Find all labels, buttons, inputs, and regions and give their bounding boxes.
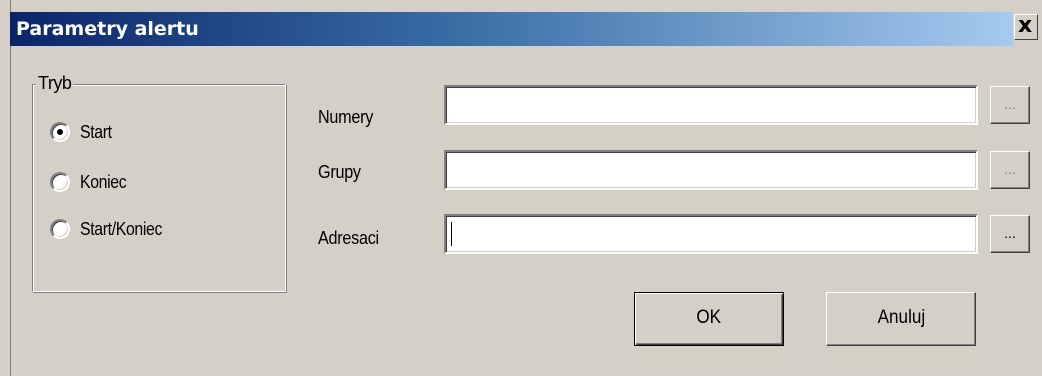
- numery-input[interactable]: [444, 85, 978, 125]
- close-icon: x: [1018, 13, 1033, 38]
- cancel-button-label: Anuluj: [877, 307, 925, 328]
- radio-start[interactable]: [50, 122, 70, 142]
- radio-selected-dot: [57, 129, 63, 135]
- title-bar: Parametry alertu: [10, 12, 1013, 46]
- radio-koniec[interactable]: [50, 172, 70, 192]
- adresaci-browse-button[interactable]: ...: [990, 215, 1030, 253]
- grupy-browse-button[interactable]: ...: [990, 151, 1030, 189]
- alert-parameters-dialog: Parametry alertu x Tryb Start Koniec Sta…: [0, 0, 1042, 376]
- radio-koniec-label[interactable]: Koniec: [80, 171, 127, 193]
- adresaci-input[interactable]: [444, 214, 978, 254]
- text-caret: [451, 222, 452, 246]
- numery-browse-button[interactable]: ...: [990, 86, 1030, 124]
- adresaci-label: Adresaci: [318, 228, 379, 248]
- ok-button[interactable]: OK: [634, 292, 784, 346]
- radio-start-label[interactable]: Start: [80, 121, 112, 143]
- cancel-button[interactable]: Anuluj: [826, 292, 976, 346]
- numery-label: Numery: [318, 107, 374, 127]
- mode-group-label: Tryb: [36, 72, 74, 94]
- mode-groupbox: [32, 84, 286, 292]
- ok-button-label: OK: [696, 307, 722, 328]
- dialog-title: Parametry alertu: [16, 18, 199, 40]
- close-button[interactable]: x: [1014, 13, 1038, 40]
- radio-start-koniec-label[interactable]: Start/Koniec: [80, 218, 162, 240]
- grupy-input[interactable]: [444, 150, 978, 190]
- grupy-label: Grupy: [318, 162, 361, 182]
- radio-start-koniec[interactable]: [50, 219, 70, 239]
